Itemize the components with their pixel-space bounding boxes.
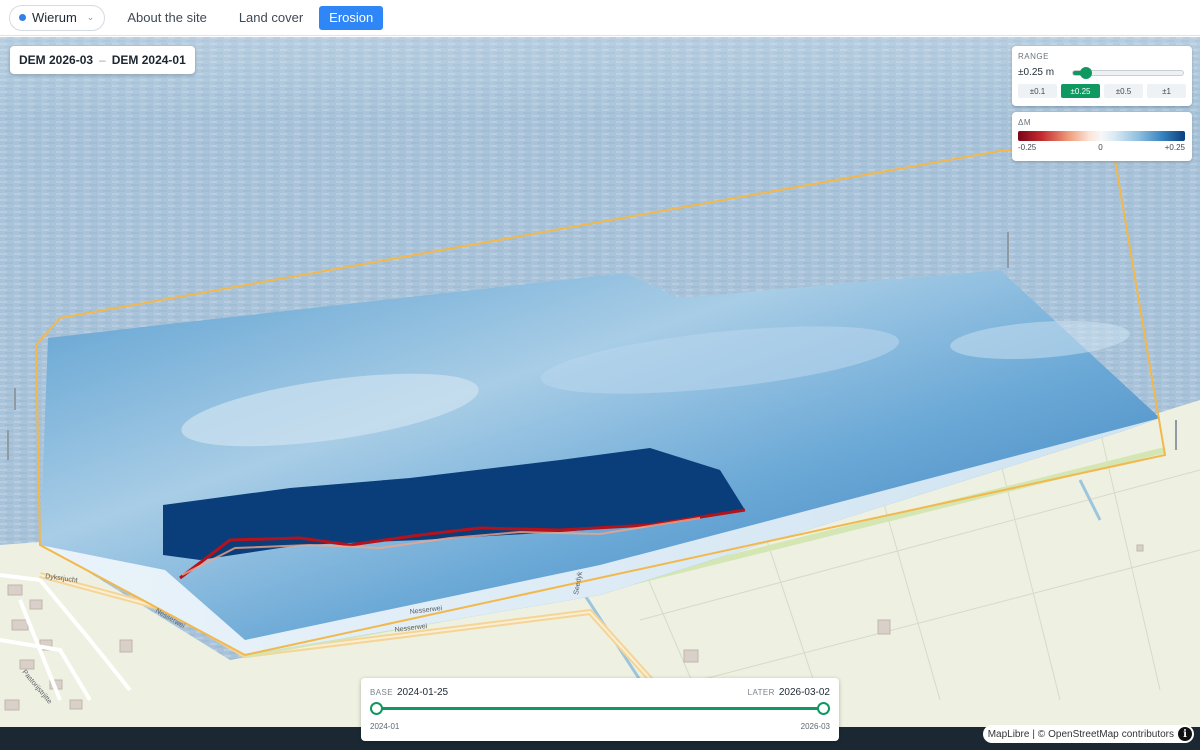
attribution-contributors: contributors [1121,728,1174,740]
chevron-down-icon: ⌄ [86,12,95,22]
dem-separator: – [99,53,106,67]
map-attribution: MapLibre | © OpenStreetMap contributors … [982,725,1194,743]
range-title: RANGE [1018,52,1049,61]
preset-0-1-button[interactable]: ±0.1 [1018,84,1057,98]
preset-0-5-button[interactable]: ±0.5 [1104,84,1143,98]
tab-label: Land cover [238,10,304,25]
tab-label: Erosion [329,10,374,25]
legend-color-ramp [1018,131,1185,141]
later-title: LATER [747,688,775,697]
attribution-separator: | © [1032,728,1046,740]
range-value: ±0.25 m [1018,67,1055,78]
preset-1-button[interactable]: ±1 [1147,84,1186,98]
later-date: 2026-03-02 [778,687,830,698]
timeline-panel: BASE 2024-01-25 LATER 2026-03-02 2024-01 2… [361,678,839,741]
timeline-start-label: 2024-01 [370,722,400,731]
legend-max-label: +0.25 [1164,143,1185,152]
site-selector[interactable]: Wierum ⌄ [9,4,106,31]
preset-0-25-button[interactable]: ±0.25 [1061,84,1100,98]
later-date-readout: LATER 2026-03-02 [748,687,830,698]
legend-title: ΔM [1018,118,1032,127]
base-date-readout: BASE 2024-01-25 [370,687,448,698]
legend-panel: ΔM -0.25 0 +0.25 [1012,112,1192,161]
site-selector-label: Wierum [32,10,77,25]
legend-min-label: -0.25 [1018,143,1037,152]
info-icon[interactable]: i [1178,727,1192,741]
tab-label: About the site [127,10,207,25]
range-slider[interactable] [1072,66,1184,79]
top-navigation-bar: Wierum ⌄ About the site Land cover Erosi… [0,0,1200,36]
dem-comparison-badge: DEM 2026-03 – DEM 2024-01 [10,46,195,74]
timeline-end-label: 2026-03 [800,722,830,731]
tab-land-cover[interactable]: Land cover [229,6,313,30]
later-date-handle[interactable] [817,702,830,715]
timeline-track[interactable] [376,707,824,710]
base-date-handle[interactable] [370,702,383,715]
range-slider-thumb[interactable] [1080,66,1093,79]
tab-erosion[interactable]: Erosion [319,5,384,30]
tab-about-the-site[interactable]: About the site [117,6,217,30]
site-dot-icon [19,14,26,21]
later-dem-label: DEM 2026-03 [19,53,94,67]
maplibre-link[interactable]: MapLibre [988,729,1030,740]
range-panel: RANGE ±0.25 m ±0.1 ±0.25 ±0.5 ±1 [1012,46,1192,106]
base-date: 2024-01-25 [396,687,449,698]
base-dem-label: DEM 2024-01 [111,53,186,67]
openstreetmap-link[interactable]: OpenStreetMap [1048,729,1119,740]
legend-mid-label: 0 [1098,143,1103,152]
base-title: BASE [370,688,393,697]
